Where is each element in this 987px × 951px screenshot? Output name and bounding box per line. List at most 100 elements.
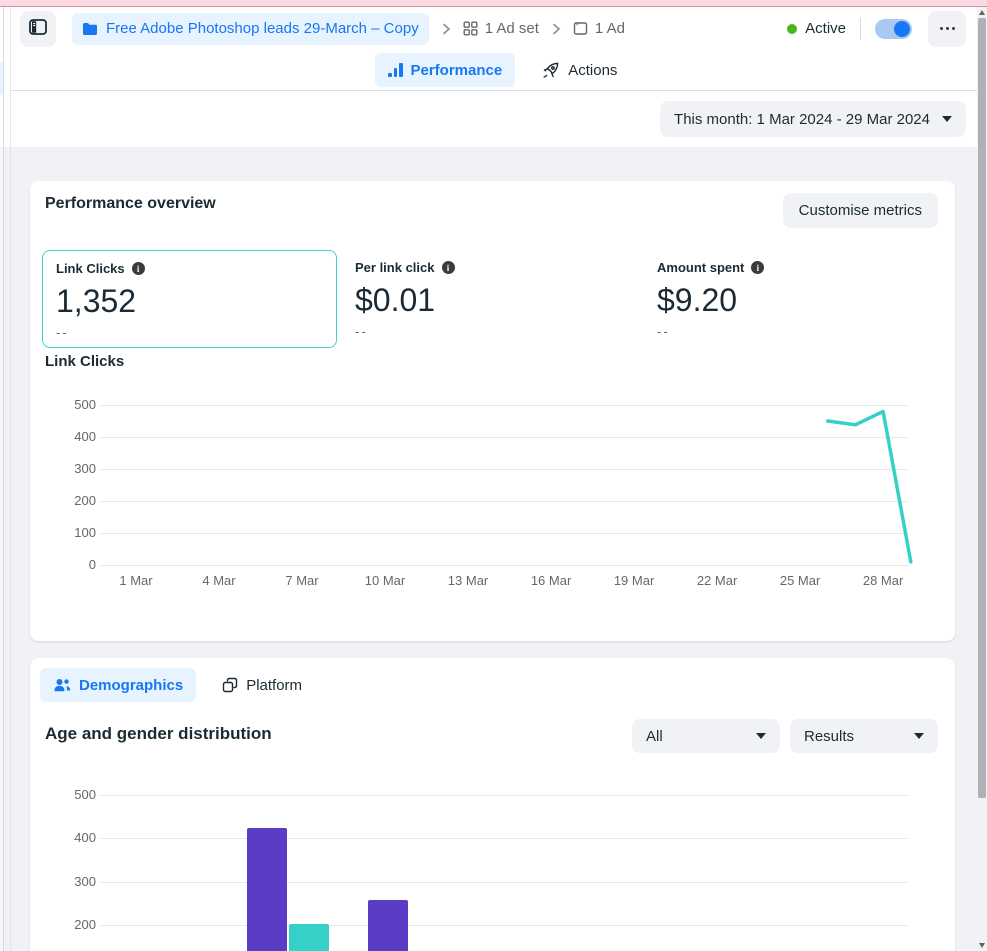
x-axis-label: 19 Mar — [613, 573, 655, 588]
y-axis-label: 300 — [74, 461, 96, 476]
tab-performance-label: Performance — [410, 61, 503, 79]
metric-label: Link Clicks — [56, 261, 125, 276]
metric-value: $0.01 — [355, 282, 436, 318]
gridline — [100, 881, 908, 883]
status-badge: Active — [805, 20, 846, 37]
collapse-panel-icon — [28, 17, 48, 40]
tab-demographics[interactable]: Demographics — [40, 668, 197, 702]
chevron-down-icon — [756, 733, 766, 739]
metric-per-link-click[interactable]: Per link click i $0.01 -- — [355, 250, 645, 348]
x-axis-label: 1 Mar — [119, 573, 153, 588]
y-axis-label: 200 — [74, 917, 96, 933]
divider — [860, 17, 861, 40]
y-axis-label: 100 — [74, 525, 96, 540]
x-axis-label: 13 Mar — [447, 573, 489, 588]
x-axis-label: 22 Mar — [696, 573, 738, 588]
chevron-right-icon — [441, 23, 451, 35]
date-range-dropdown[interactable]: This month: 1 Mar 2024 - 29 Mar 2024 — [660, 101, 966, 137]
gridline — [100, 838, 908, 840]
left-rail-border — [3, 7, 4, 951]
date-filter-row: This month: 1 Mar 2024 - 29 Mar 2024 — [11, 91, 977, 147]
adset-grid-icon — [463, 21, 478, 36]
breadcrumb-ad-label: 1 Ad — [594, 20, 625, 37]
dots-icon — [939, 27, 943, 30]
demographics-card: Demographics Platform Age and gender dis… — [30, 658, 955, 951]
chevron-down-icon — [914, 733, 924, 739]
metric-filter-dropdown[interactable]: Results — [790, 719, 938, 753]
breadcrumb-campaign[interactable]: Free Adobe Photoshop leads 29-March – Co… — [72, 12, 429, 45]
view-tabs: Performance Actions — [11, 50, 977, 91]
metric-label: Amount spent — [657, 260, 745, 275]
info-icon[interactable]: i — [441, 261, 455, 274]
filter-value: All — [646, 727, 663, 745]
bar — [368, 900, 408, 951]
chevron-down-icon — [942, 116, 952, 122]
scroll-down-arrow[interactable] — [979, 943, 985, 948]
tab-demographics-label: Demographics — [79, 676, 184, 694]
y-axis-label: 300 — [74, 873, 96, 889]
performance-overview-card: Performance overview Customise metrics L… — [30, 181, 955, 641]
breadcrumb-adset-label: 1 Ad set — [484, 20, 539, 37]
x-axis-label: 7 Mar — [285, 573, 319, 588]
metric-amount-spent[interactable]: Amount spent i $9.20 -- — [657, 250, 947, 348]
people-icon — [53, 677, 71, 693]
metric-delta: -- — [56, 325, 69, 340]
breakdown-tabs: Demographics Platform — [40, 668, 302, 702]
card-title: Performance overview — [45, 195, 216, 212]
metric-label: Per link click — [355, 260, 435, 275]
active-toggle[interactable] — [875, 18, 912, 39]
collapse-sidebar-button[interactable] — [20, 10, 56, 47]
scroll-up-arrow[interactable] — [979, 10, 985, 15]
info-icon[interactable]: i — [751, 261, 765, 274]
metric-delta: -- — [355, 324, 368, 339]
y-axis-label: 400 — [74, 429, 96, 444]
tab-platform-label: Platform — [246, 676, 303, 694]
date-range-label: This month: 1 Mar 2024 - 29 Mar 2024 — [674, 110, 930, 128]
y-axis-label: 200 — [74, 493, 96, 508]
x-axis-label: 4 Mar — [202, 573, 236, 588]
top-pink-strip — [0, 0, 987, 7]
x-axis-label: 16 Mar — [530, 573, 572, 588]
bar-chart-icon — [388, 63, 403, 77]
tab-performance[interactable]: Performance — [375, 53, 516, 87]
tab-actions[interactable]: Actions — [541, 61, 617, 80]
toggle-knob — [894, 20, 910, 37]
metric-value: $9.20 — [657, 282, 738, 318]
breadcrumb-adset[interactable]: 1 Ad set — [463, 20, 539, 37]
y-axis-label: 500 — [74, 397, 96, 412]
ad-frame-icon — [573, 21, 588, 36]
chevron-right-icon-2 — [551, 23, 561, 35]
header-bar: Free Adobe Photoshop leads 29-March – Co… — [11, 7, 977, 50]
breadcrumb-ad[interactable]: 1 Ad — [573, 20, 625, 37]
customise-metrics-button[interactable]: Customise metrics — [782, 193, 938, 228]
y-axis-label: 500 — [74, 787, 96, 802]
layers-icon — [222, 677, 238, 693]
tab-actions-label: Actions — [568, 61, 618, 79]
metric-delta: -- — [657, 324, 670, 339]
more-options-button[interactable] — [928, 10, 966, 47]
breakdown-filter-dropdown[interactable]: All — [632, 719, 780, 753]
page-background: Performance overview Customise metrics L… — [11, 147, 977, 951]
rocket-icon — [541, 61, 560, 80]
y-axis-label: 400 — [74, 830, 96, 846]
vertical-scrollbar[interactable] — [977, 7, 987, 951]
gridline — [100, 795, 908, 796]
folder-icon — [82, 22, 98, 36]
line-chart-title: Link Clicks — [45, 353, 125, 370]
x-axis-label: 25 Mar — [779, 573, 821, 588]
metric-value: 1,352 — [56, 283, 137, 319]
x-axis-label: 10 Mar — [364, 573, 406, 588]
x-axis-label: 28 Mar — [862, 573, 904, 588]
y-axis-label: 0 — [88, 557, 96, 572]
info-icon[interactable]: i — [131, 262, 145, 275]
demographics-title: Age and gender distribution — [45, 724, 272, 743]
active-status-icon — [787, 23, 798, 34]
bar — [289, 924, 329, 951]
line-series — [826, 409, 913, 564]
scrollbar-thumb[interactable] — [978, 18, 986, 798]
metric-link-clicks[interactable]: Link Clicks i 1,352 -- — [42, 250, 337, 348]
gridline — [100, 925, 908, 927]
filter-value: Results — [804, 727, 855, 745]
breadcrumb-campaign-label: Free Adobe Photoshop leads 29-March – Co… — [106, 20, 419, 37]
tab-platform[interactable]: Platform — [222, 677, 302, 694]
